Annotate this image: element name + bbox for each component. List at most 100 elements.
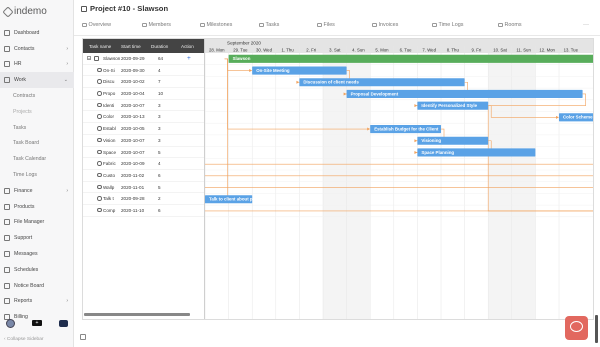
task-name: Talk t (103, 196, 114, 202)
day-label: 29. Tue (233, 47, 248, 52)
page-header: Project #10 - Slawson ··· Overview Member… (74, 0, 600, 36)
collapse-toggle-icon[interactable]: − (87, 56, 91, 61)
reports-icon (4, 298, 10, 305)
day-label: 8. Thu (447, 47, 460, 52)
day-label: 12. Mon (539, 47, 555, 52)
task-row[interactable]: On-Si 2020-09-30 4 (83, 65, 204, 77)
task-row[interactable]: Custo 2020-11-02 6 (83, 170, 204, 182)
task-start: 2020-10-05 (121, 126, 145, 132)
add-task-button[interactable]: + (187, 55, 191, 62)
horizontal-scrollbar[interactable] (84, 313, 190, 316)
sidebar-item-products[interactable]: Products (0, 199, 74, 215)
column-start-time[interactable]: Start time (121, 44, 141, 49)
dashboard-icon (4, 29, 10, 36)
task-bar[interactable] (228, 54, 594, 63)
sidebar-item-work[interactable]: Work ⌄ (0, 72, 74, 89)
sidebar-item-contacts[interactable]: Contacts › (0, 41, 74, 57)
chat-button[interactable] (565, 316, 588, 340)
sidebar-item-schedules[interactable]: Schedules (0, 262, 74, 278)
tab-invoices[interactable]: Invoices (372, 22, 398, 28)
notification-icon[interactable] (59, 320, 68, 327)
task-row[interactable]: Establ 2020-10-05 3 (83, 123, 204, 135)
sidebar-item-hr[interactable]: HR › (0, 57, 74, 73)
sidebar-item-tasks[interactable]: Tasks (0, 120, 74, 136)
chevron-icon: › (66, 61, 68, 68)
sidebar-item-contracts[interactable]: Contracts (0, 88, 74, 104)
avatar[interactable] (6, 319, 15, 328)
sidebar-item-notice-board[interactable]: Notice Board (0, 278, 74, 294)
sidebar-item-label: Contracts (13, 93, 36, 100)
sidebar-item-label: Tasks (13, 124, 27, 131)
app-logo[interactable]: indemo (2, 5, 47, 18)
sidebar-item-label: Products (14, 203, 35, 210)
sidebar-item-reports[interactable]: Reports › (0, 294, 74, 310)
dependency-link (205, 58, 228, 200)
column-duration[interactable]: Duration (151, 44, 168, 49)
contacts-icon (4, 45, 10, 52)
task-duration: 3 (158, 102, 161, 108)
day-label: 9. Fri (472, 47, 482, 52)
task-row[interactable]: Wallp 2020-11-01 5 (83, 182, 204, 194)
sidebar-item-messages[interactable]: Messages (0, 246, 74, 262)
sidebar-item-finance[interactable]: Finance › (0, 183, 74, 199)
task-row[interactable]: Discu 2020-10-02 7 (83, 76, 204, 89)
sidebar-item-support[interactable]: Support (0, 230, 74, 246)
finance-icon (4, 187, 10, 194)
tab-time-logs[interactable]: Time Logs (432, 22, 463, 28)
tab-label: Files (323, 22, 335, 28)
sidebar-item-time-logs[interactable]: Time Logs (0, 167, 74, 183)
support-icon (4, 235, 10, 242)
gantt-timeline: September 202028. Mon 29. Tue 30. Wed 1. Th… (205, 39, 594, 319)
tab-label: Invoices (378, 22, 399, 28)
task-row[interactable]: Comp 2020-11-10 6 (83, 205, 204, 217)
column-action[interactable]: Action (181, 44, 194, 49)
tab-label: Overview (88, 22, 111, 28)
sidebar-item-label: Schedules (14, 266, 39, 273)
sidebar-item-file-manager[interactable]: File Manager (0, 215, 74, 231)
quick-add-button[interactable]: + (32, 320, 42, 326)
task-duration: 10 (158, 91, 164, 97)
sidebar-item-label: Task Calendar (13, 156, 47, 163)
day-label: 5. Mon (375, 47, 389, 52)
day-label: 6. Tue (400, 47, 413, 52)
task-start: 2020-09-28 (121, 196, 145, 202)
sidebar-item-projects[interactable]: Projects (0, 104, 74, 120)
task-bar-label: Slawson (233, 56, 251, 61)
more-tabs-button[interactable]: ··· (583, 22, 589, 28)
tab-files[interactable]: Files (317, 22, 335, 28)
task-start: 2020-10-13 (121, 114, 145, 120)
task-row[interactable]: Identi 2020-10-07 3 (83, 100, 204, 112)
sidebar-item-label: Contacts (14, 45, 35, 52)
task-row[interactable]: Fabric 2020-10-09 4 (83, 158, 204, 170)
vertical-scrollbar[interactable] (595, 315, 598, 343)
task-row[interactable]: − Slawson 2020-09-29 64 + (83, 53, 204, 65)
tasks-icon (259, 22, 264, 28)
sidebar-item-task-board[interactable]: Task Board (0, 136, 74, 152)
tab-milestones[interactable]: Milestones (200, 22, 232, 28)
tab-tasks[interactable]: Tasks (259, 22, 279, 28)
task-duration: 2 (158, 196, 161, 202)
tab-label: Rooms (504, 22, 522, 28)
tab-members[interactable]: Members (142, 22, 171, 28)
task-duration: 6 (158, 207, 161, 213)
task-icon (97, 126, 102, 131)
sidebar: indemo Dashboard Contacts › HR › Work ⌄ Contrac… (0, 0, 74, 347)
task-row[interactable]: Talk t 2020-09-28 2 (83, 193, 204, 205)
collapse-sidebar-button[interactable]: ‹ Collapse Sidebar (4, 337, 43, 342)
sidebar-item-dashboard[interactable]: Dashboard (0, 25, 74, 41)
dependency-arrow-icon (556, 115, 559, 119)
task-row[interactable]: Vision 2020-10-07 3 (83, 135, 204, 147)
bottom-toolbar-icon[interactable] (80, 334, 86, 340)
task-row[interactable]: Space 2020-10-07 5 (83, 147, 204, 159)
task-row[interactable]: Color 2020-10-13 3 (83, 111, 204, 124)
task-bar-label: Talk to client about p (209, 197, 253, 202)
tab-label: Time Logs (438, 22, 464, 28)
invoices-icon (372, 22, 377, 28)
task-duration: 3 (158, 114, 161, 120)
tab-overview[interactable]: Overview (82, 22, 111, 28)
task-row[interactable]: Propo 2020-10-04 10 (83, 88, 204, 100)
day-label: 7. Wed (422, 47, 436, 52)
tab-rooms[interactable]: Rooms (498, 22, 522, 28)
sidebar-item-task-calendar[interactable]: Task Calendar (0, 151, 74, 167)
column-task-name[interactable]: Task name (89, 44, 111, 49)
